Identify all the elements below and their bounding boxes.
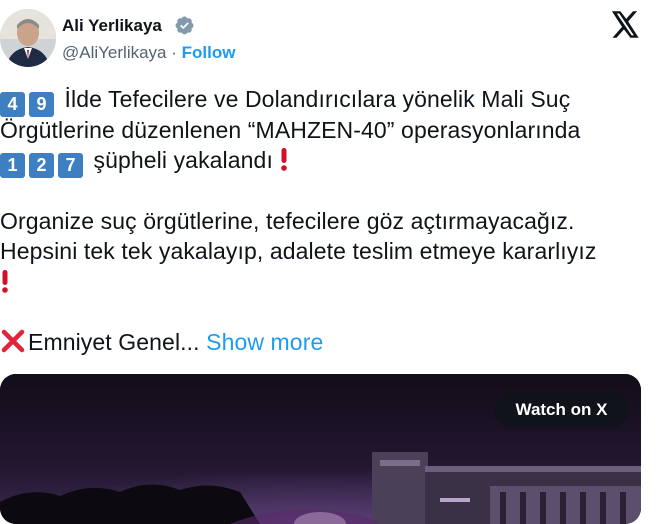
watch-on-x-button[interactable]: Watch on X	[494, 392, 629, 428]
avatar[interactable]	[0, 9, 56, 67]
tweet-text: 49 İlde Tefecilere ve Dolandırıcılara yö…	[0, 84, 658, 358]
tweet-line-6: Emniyet Genel... Show more	[0, 327, 658, 358]
tweet-line-1: 49 İlde Tefecilere ve Dolandırıcılara yö…	[0, 84, 658, 117]
keycap-digit: 4	[0, 92, 25, 117]
verified-badge-icon	[175, 16, 194, 35]
author-handle-row: @AliYerlikaya · Follow	[62, 43, 235, 63]
keycap-digit: 2	[29, 153, 54, 178]
tweet-text-segment: şüpheli yakalandı	[93, 147, 273, 173]
tweet-line-2: Örgütlerine düzenlenen “MAHZEN-40” opera…	[0, 115, 658, 146]
keycap-digit: 9	[29, 92, 54, 117]
keycap-digit: 7	[58, 153, 83, 178]
tweet-text-segment: Hepsini tek tek yakalayıp, adalete tesli…	[0, 238, 597, 264]
cross-mark-icon	[1, 329, 25, 353]
tweet-line-3: 127 şüpheli yakalandı	[0, 145, 658, 178]
tweet-text-segment: Emniyet Genel...	[28, 329, 200, 355]
exclamation-icon	[281, 148, 288, 171]
exclamation-icon	[2, 269, 8, 293]
handle-separator: ·	[171, 43, 177, 62]
tweet-line-5b	[0, 267, 658, 298]
tweet-text-segment: Organize suç örgütlerine, tefecilere göz…	[0, 207, 575, 234]
tweet-text-segment: İlde Tefecilere ve Dolandırıcılara yönel…	[64, 86, 571, 112]
follow-button[interactable]: Follow	[182, 43, 236, 62]
avatar-image	[0, 9, 56, 67]
x-logo-icon[interactable]	[611, 11, 640, 38]
tweet-line-4: Organize suç örgütlerine, tefecilere göz…	[0, 206, 658, 237]
author-handle[interactable]: @AliYerlikaya	[62, 43, 167, 62]
tweet-header: Ali Yerlikaya @AliYerlikaya · Follow	[0, 0, 658, 76]
tweet-text-segment: Örgütlerine düzenlenen “MAHZEN-40” opera…	[0, 116, 581, 143]
tweet-line-5: Hepsini tek tek yakalayıp, adalete tesli…	[0, 236, 658, 267]
keycap-digit: 1	[0, 153, 25, 178]
author-display-name[interactable]: Ali Yerlikaya	[62, 16, 162, 36]
show-more-link[interactable]: Show more	[206, 329, 323, 355]
